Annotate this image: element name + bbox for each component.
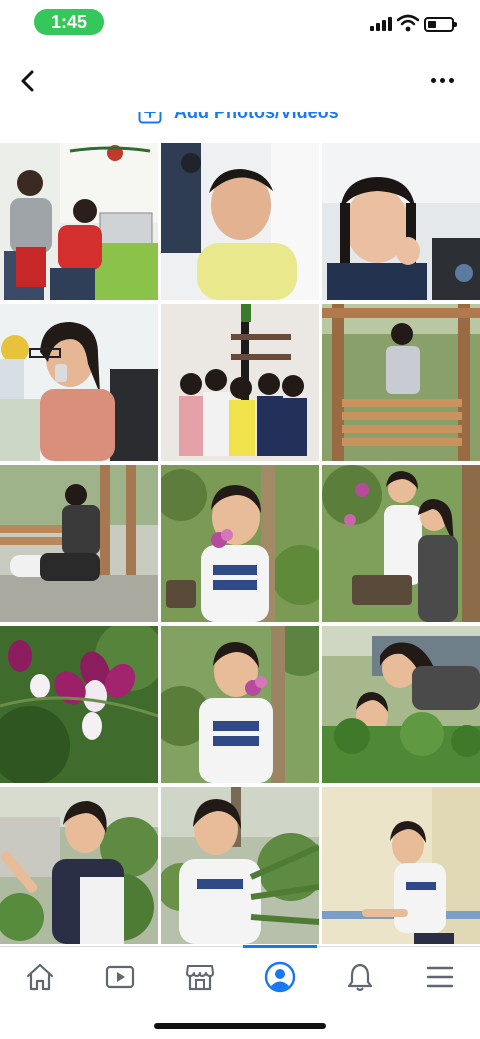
photo-tile-13[interactable] xyxy=(0,787,158,944)
photo-tile-8[interactable] xyxy=(161,465,319,622)
photo-grid xyxy=(0,143,480,946)
photo-tile-15[interactable] xyxy=(322,787,480,944)
tab-menu[interactable] xyxy=(410,957,470,997)
photo-tile-1[interactable] xyxy=(0,143,158,300)
status-bar: 1:45 xyxy=(0,0,480,44)
photo-tile-2[interactable] xyxy=(161,143,319,300)
tab-home[interactable] xyxy=(10,957,70,997)
home-indicator[interactable] xyxy=(154,1023,326,1029)
photo-tile-5[interactable] xyxy=(161,304,319,461)
photo-tile-11[interactable] xyxy=(161,626,319,783)
photo-tile-3[interactable] xyxy=(322,143,480,300)
photo-tile-7[interactable] xyxy=(0,465,158,622)
battery-icon xyxy=(424,17,457,32)
tab-notifications[interactable] xyxy=(330,957,390,997)
more-horizontal-icon[interactable] xyxy=(428,72,458,90)
chevron-left-icon[interactable] xyxy=(14,66,42,96)
active-tab-indicator xyxy=(243,945,317,948)
marketplace-store-icon xyxy=(186,965,214,991)
photo-tile-6[interactable] xyxy=(322,304,480,461)
photo-tile-12[interactable] xyxy=(322,626,480,783)
tab-marketplace[interactable] xyxy=(170,957,230,997)
profile-icon xyxy=(264,961,296,993)
tab-watch[interactable] xyxy=(90,957,150,997)
header xyxy=(0,50,480,112)
photo-tile-4[interactable] xyxy=(0,304,158,461)
photo-tile-10[interactable] xyxy=(0,626,158,783)
menu-icon xyxy=(426,966,454,988)
watch-video-icon xyxy=(105,965,135,989)
notifications-bell-icon xyxy=(347,963,373,992)
home-icon xyxy=(26,963,54,991)
photo-tile-14[interactable] xyxy=(161,787,319,944)
wifi-icon xyxy=(397,14,419,32)
photo-tile-9[interactable] xyxy=(322,465,480,622)
status-time[interactable]: 1:45 xyxy=(34,9,104,35)
cellular-signal-icon xyxy=(370,17,392,31)
tab-profile[interactable] xyxy=(250,957,310,997)
